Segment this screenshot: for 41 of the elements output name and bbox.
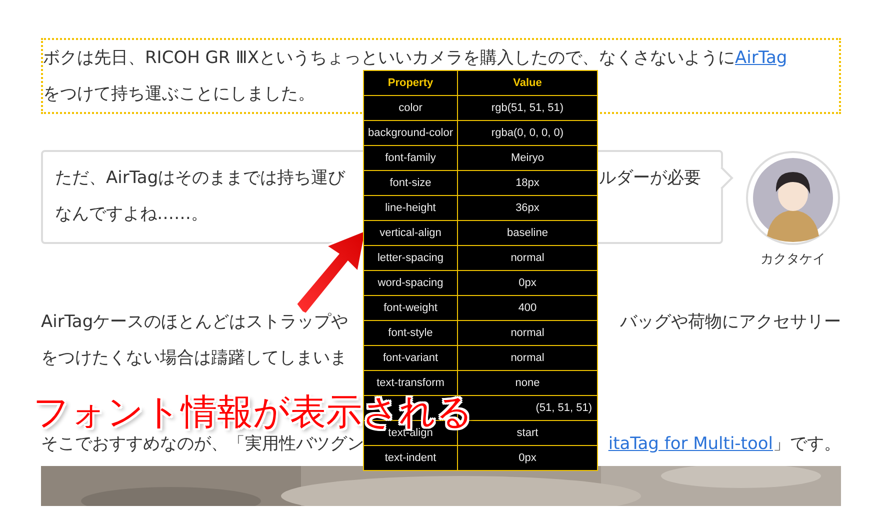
property-cell: letter-spacing (364, 246, 458, 270)
paragraph-text: ルダーが必要 (599, 167, 701, 190)
paragraph-text: AirTagケースのほとんどはストラップや (41, 311, 348, 334)
paragraph-text: 」です。 (773, 433, 841, 456)
property-cell: font-family (364, 146, 458, 170)
paragraph-text: ただ、AirTagはそのままでは持ち運び (55, 167, 346, 190)
value-cell: 0px (458, 270, 598, 296)
property-cell: color (364, 96, 458, 120)
value-cell: none (458, 370, 598, 396)
value-cell: 400 (458, 296, 598, 320)
column-header: Value (458, 70, 598, 96)
paragraph-text: をつけて持ち運ぶことにしました。 (43, 83, 315, 106)
value-cell: 0px (458, 446, 598, 470)
paragraph-text: バッグや荷物にアクセサリー (620, 311, 841, 334)
link[interactable]: AirTag (735, 40, 788, 76)
property-cell: font-weight (364, 296, 458, 320)
value-cell: normal (458, 346, 598, 370)
value-cell: baseline (458, 220, 598, 246)
column-header: Property (364, 70, 458, 96)
value-cell: Meiryo (458, 146, 598, 170)
property-cell: vertical-align (364, 220, 458, 246)
link[interactable]: itaTag for Multi-tool (608, 426, 773, 462)
value-cell: 18px (458, 170, 598, 196)
property-cell: background-color (364, 120, 458, 146)
value-cell: rgba(0, 0, 0, 0) (458, 120, 598, 146)
property-cell: font-size (364, 170, 458, 196)
property-cell: text-indent (364, 446, 458, 470)
paragraph-text: なんですよね……。 (55, 203, 208, 226)
property-cell: line-height (364, 196, 458, 220)
paragraph-text: をつけたくない場合は躊躇してしまいま (41, 347, 347, 370)
property-cell: word-spacing (364, 270, 458, 296)
paragraph-text: ボクは先日、RICOH GR ⅢXというちょっといいカメラを購入したので、なくさないように (43, 47, 736, 70)
value-cell: normal (458, 320, 598, 346)
value-cell: 36px (458, 196, 598, 220)
property-cell: font-style (364, 320, 458, 346)
value-cell: normal (458, 246, 598, 270)
speaker-name: カクタケイ (760, 251, 826, 268)
property-cell: font-variant (364, 346, 458, 370)
property-cell: text-transform (364, 370, 458, 396)
paragraph-text: そこでおすすめなのが、「実用性バツグン (41, 433, 364, 456)
value-cell: rgb(51, 51, 51) (458, 96, 598, 120)
